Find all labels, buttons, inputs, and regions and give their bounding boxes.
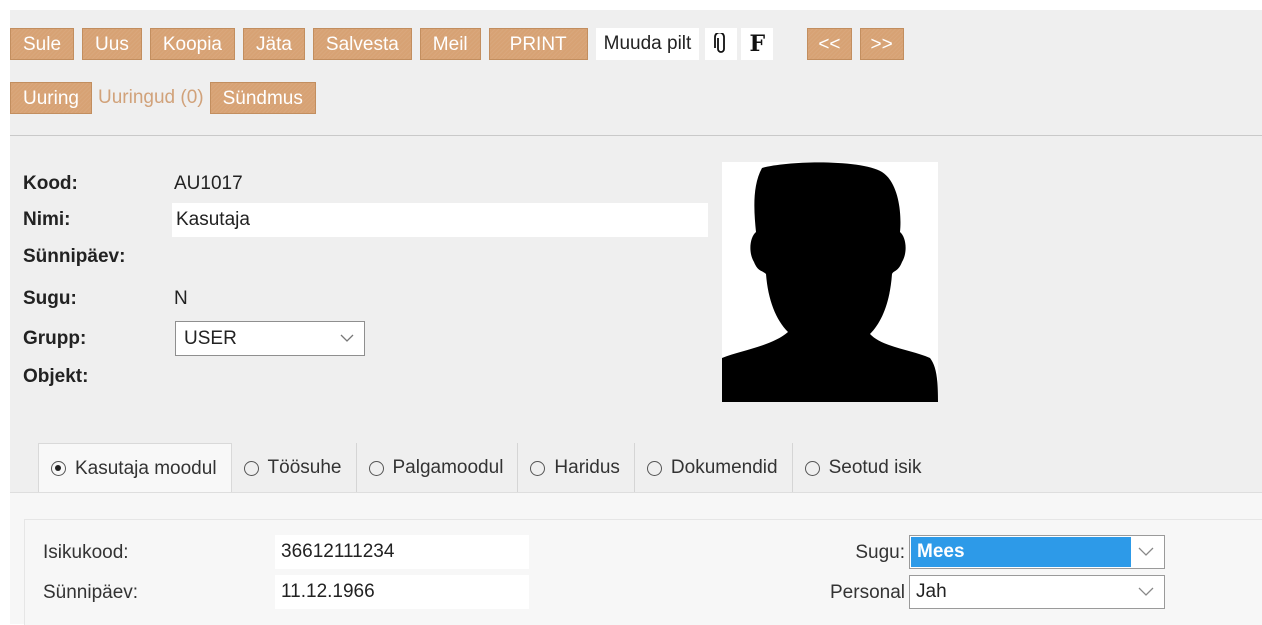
person-silhouette-icon <box>722 162 938 402</box>
tab-label: Töösuhe <box>267 457 342 478</box>
isikukood-field[interactable]: 36612111234 <box>275 535 529 569</box>
next-record-button[interactable]: >> <box>859 28 904 60</box>
f-label: F <box>749 31 766 57</box>
chevron-down-icon <box>1138 576 1154 619</box>
tab-strip: Kasutaja moodul Töösuhe Palgamoodul Hari… <box>38 443 922 493</box>
personal-select-value: Jah <box>916 581 947 602</box>
tab-panel: Isikukood: 36612111234 Sünnipäev: 11.12.… <box>10 492 1262 625</box>
meil-button[interactable]: Meil <box>419 28 481 60</box>
tab-label: Seotud isik <box>828 457 922 478</box>
paperclip-icon-graphic <box>714 33 726 53</box>
sugu-label: Sugu: <box>23 288 77 309</box>
tab-label: Dokumendid <box>670 457 778 478</box>
uuringud-button: Uuringud (0) <box>97 87 204 108</box>
radio-icon <box>646 460 662 476</box>
koopia-button[interactable]: Koopia <box>149 28 235 60</box>
toolbar-main: Sule Uus Koopia Jäta Salvesta Meil PRINT… <box>10 28 912 60</box>
person-photo[interactable] <box>722 162 938 402</box>
sugu-select-value: Mees <box>911 537 1131 567</box>
toolbar-secondary: Uuring Uuringud (0) Sündmus <box>10 82 324 114</box>
sugu-select[interactable]: Mees <box>909 535 1165 569</box>
chevron-down-icon <box>340 322 354 367</box>
radio-selected-icon <box>51 461 66 476</box>
grupp-label: Grupp: <box>23 328 87 349</box>
chevron-down-icon <box>1138 536 1154 579</box>
muuda-pilt-button[interactable]: Muuda pilt <box>595 28 700 60</box>
tab-haridus[interactable]: Haridus <box>518 443 635 493</box>
tab-label: Kasutaja moodul <box>75 457 217 479</box>
grupp-select[interactable]: USER <box>175 321 365 356</box>
kood-label: Kood: <box>23 173 78 194</box>
previous-record-button[interactable]: << <box>807 28 852 60</box>
radio-icon <box>243 460 259 476</box>
toolbar-divider <box>10 135 1262 136</box>
nimi-field[interactable]: Kasutaja <box>172 203 708 237</box>
radio-icon <box>804 460 820 476</box>
grupp-select-value: USER <box>184 328 237 349</box>
synnipaev-field[interactable]: 11.12.1966 <box>275 575 529 609</box>
synnipaev-field-label: Sünnipäev: <box>43 582 139 603</box>
uuring-button[interactable]: Uuring <box>10 82 92 114</box>
personal-label: Personal <box>830 582 905 603</box>
synnipaev-label: Sünnipäev: <box>23 246 126 267</box>
kood-value: AU1017 <box>174 173 243 194</box>
sule-button[interactable]: Sule <box>10 28 75 60</box>
page: Sule Uus Koopia Jäta Salvesta Meil PRINT… <box>10 10 1262 625</box>
sugu-value: N <box>174 288 188 309</box>
tab-toosuhe[interactable]: Töösuhe <box>232 443 357 493</box>
tab-label: Haridus <box>554 457 620 478</box>
radio-icon <box>368 460 384 476</box>
personal-select[interactable]: Jah <box>909 575 1165 609</box>
tab-label: Palgamoodul <box>392 457 504 478</box>
tab-dokumendid[interactable]: Dokumendid <box>635 443 793 493</box>
f-button[interactable]: F <box>741 28 774 60</box>
uus-button[interactable]: Uus <box>82 28 142 60</box>
sugu-field-label: Sugu: <box>855 542 905 563</box>
print-button[interactable]: PRINT <box>488 28 588 60</box>
salvesta-button[interactable]: Salvesta <box>312 28 412 60</box>
isikukood-label: Isikukood: <box>43 542 129 563</box>
tab-palgamoodul[interactable]: Palgamoodul <box>357 443 519 493</box>
radio-icon <box>530 460 546 476</box>
jata-button[interactable]: Jäta <box>243 28 305 60</box>
syndmus-button[interactable]: Sündmus <box>209 82 316 114</box>
form-section: Isikukood: 36612111234 Sünnipäev: 11.12.… <box>24 519 1262 625</box>
tab-kasutaja-moodul[interactable]: Kasutaja moodul <box>38 443 232 493</box>
paperclip-icon[interactable] <box>705 28 738 60</box>
tab-seotud-isik[interactable]: Seotud isik <box>793 443 922 493</box>
nimi-label: Nimi: <box>23 209 71 230</box>
objekt-label: Objekt: <box>23 366 89 387</box>
